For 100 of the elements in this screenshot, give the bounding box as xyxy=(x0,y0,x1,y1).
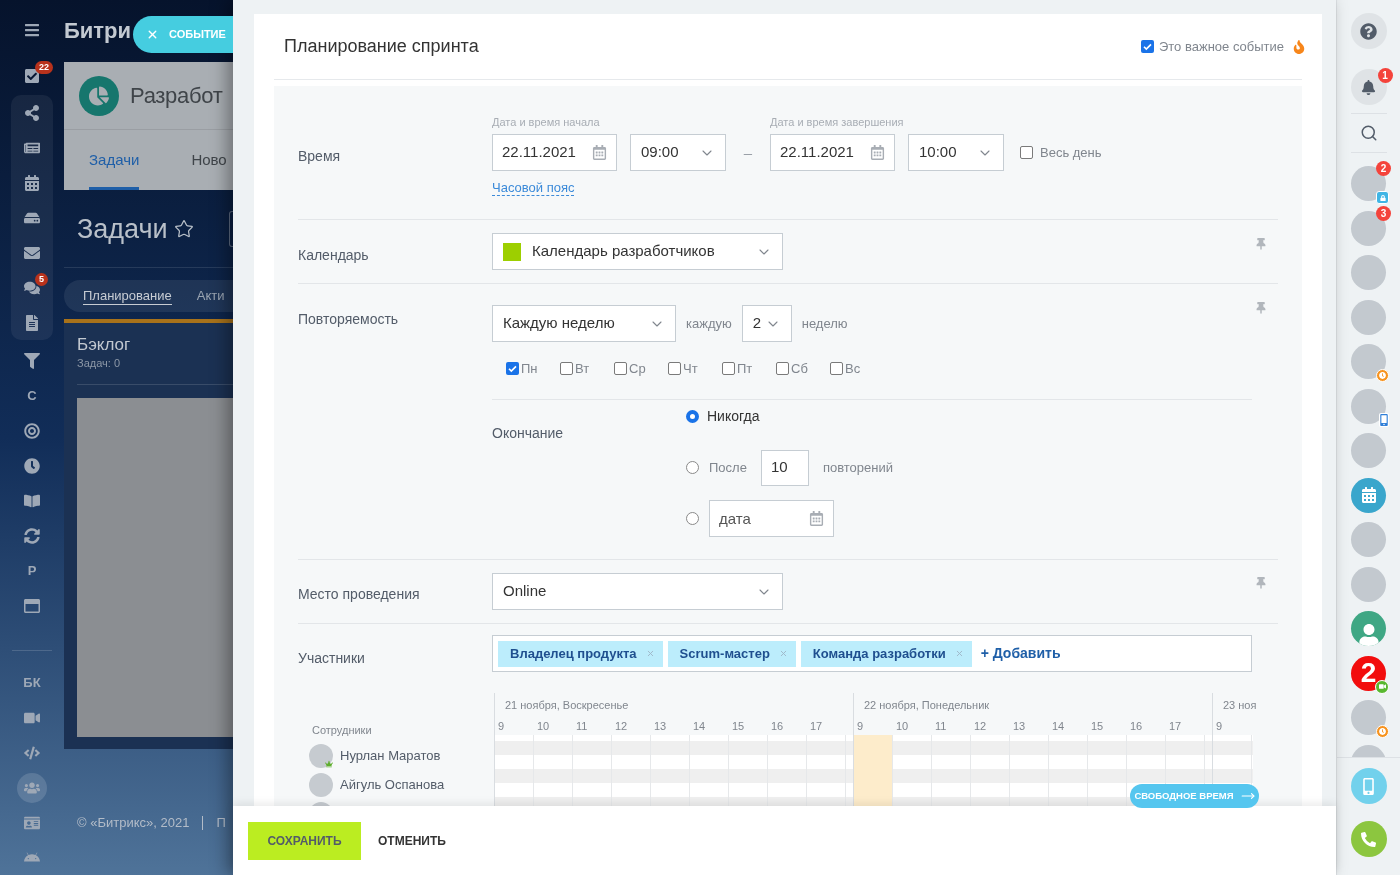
calendar-icon xyxy=(592,145,607,160)
crown-icon xyxy=(325,760,333,768)
hour-label: 16 xyxy=(771,718,784,734)
checkbox[interactable] xyxy=(722,362,735,375)
avatar[interactable] xyxy=(1351,210,1386,246)
document-icon[interactable] xyxy=(24,314,40,331)
phone-icon[interactable] xyxy=(1350,821,1387,857)
radio-button[interactable] xyxy=(686,461,699,474)
nav-item[interactable]: Р xyxy=(27,562,37,579)
clock-icon xyxy=(1376,369,1389,382)
field-label: Время xyxy=(298,148,341,164)
field-label: Участники xyxy=(298,650,365,666)
search-icon[interactable] xyxy=(1359,124,1378,142)
chat-avatar[interactable]: 2 xyxy=(1351,655,1386,691)
interval-select[interactable]: 2 xyxy=(741,305,792,342)
date-field[interactable]: 22.11.2021 xyxy=(492,134,617,171)
people-icon[interactable] xyxy=(17,772,47,803)
hour-label: 13 xyxy=(1013,718,1026,734)
star-icon[interactable] xyxy=(173,218,194,239)
tab[interactable]: Планирование xyxy=(83,287,172,305)
chat-icon[interactable] xyxy=(24,279,40,296)
code-icon[interactable] xyxy=(24,744,40,761)
radio-button[interactable] xyxy=(686,512,699,525)
cancel-button[interactable]: ОТМЕНИТЬ xyxy=(370,821,454,860)
save-button[interactable]: СОХРАНИТЬ xyxy=(248,821,361,860)
counter-badge: 22 xyxy=(35,60,53,74)
clock-icon[interactable] xyxy=(24,457,40,474)
hour-label: 11 xyxy=(935,718,947,734)
window-icon[interactable] xyxy=(24,597,40,614)
field-label: Повторяемость xyxy=(298,311,399,327)
user-icon[interactable] xyxy=(1351,611,1386,646)
weekday-label: Пн xyxy=(521,362,538,375)
checkbox[interactable] xyxy=(614,362,627,375)
date-field[interactable]: дата xyxy=(709,500,834,537)
checkbox[interactable] xyxy=(506,362,519,375)
nav-item[interactable]: С xyxy=(27,387,37,404)
bell-icon[interactable] xyxy=(1350,69,1387,105)
hour-label: 14 xyxy=(1052,718,1065,734)
sync-icon[interactable] xyxy=(24,527,40,544)
hour-label: 9 xyxy=(1216,718,1223,734)
employee-name: Айгуль Оспанова xyxy=(340,776,445,795)
checkbox[interactable] xyxy=(1140,40,1154,53)
share-icon[interactable] xyxy=(24,104,40,121)
checkbox[interactable] xyxy=(1020,146,1033,159)
day-header: 22 ноября, Понедельник xyxy=(864,697,990,713)
menu-icon[interactable] xyxy=(24,21,40,38)
counter-badge: 5 xyxy=(35,272,48,286)
filter-icon[interactable] xyxy=(24,352,40,369)
close-icon xyxy=(146,28,159,41)
range-separator: – xyxy=(743,144,753,161)
help-icon[interactable] xyxy=(1350,13,1387,49)
add-link[interactable]: + Добавить xyxy=(980,643,1061,664)
tab[interactable]: Ново xyxy=(191,130,227,190)
hour-label: 9 xyxy=(498,718,505,734)
date-field[interactable]: 22.11.2021 xyxy=(770,134,895,171)
calendar-icon[interactable] xyxy=(1351,477,1386,513)
book-icon[interactable] xyxy=(24,492,40,509)
time-select[interactable]: 09:00 xyxy=(630,134,726,171)
interval-unit: неделю xyxy=(801,314,848,333)
mail-icon[interactable] xyxy=(24,244,40,261)
frequency-select[interactable]: Каждую неделю xyxy=(492,305,676,342)
timezone-link[interactable]: Часовой пояс xyxy=(492,181,575,196)
pin-icon[interactable] xyxy=(1255,577,1267,589)
location-select[interactable]: Online xyxy=(492,573,783,610)
checkbox[interactable] xyxy=(668,362,681,375)
hour-label: 10 xyxy=(896,718,909,734)
counter-badge: 3 xyxy=(1376,205,1391,221)
day-header: 23 ноя xyxy=(1223,697,1257,713)
hour-label: 12 xyxy=(615,718,628,734)
brand-title: Битри xyxy=(64,18,132,44)
calendar-icon[interactable] xyxy=(24,174,40,191)
pie-chart-icon xyxy=(79,75,119,116)
option-label: После xyxy=(709,458,747,477)
tab[interactable]: Акти xyxy=(196,287,225,305)
field-label: Место проведения xyxy=(298,586,420,602)
attendee-group: Scrum-мастер xyxy=(679,643,770,664)
calendar-select[interactable]: Календарь разработчиков xyxy=(492,233,783,270)
day-header: 21 ноября, Воскресенье xyxy=(505,697,629,713)
fire-icon xyxy=(1292,39,1306,54)
count-field[interactable]: 10 xyxy=(760,449,809,486)
avatar xyxy=(309,773,333,797)
attendees-field[interactable]: Владелец продукта Scrum-мастер Команда разработки + Добавить xyxy=(492,635,1252,672)
calendar-icon xyxy=(809,511,824,526)
option-label: Никогда xyxy=(707,407,760,426)
checkbox[interactable] xyxy=(776,362,789,375)
target-icon[interactable] xyxy=(24,422,40,439)
pin-icon[interactable] xyxy=(1255,238,1267,250)
attendee-group: Владелец продукта xyxy=(510,643,637,664)
hour-label: 13 xyxy=(654,718,667,734)
checkbox[interactable] xyxy=(830,362,843,375)
video-camera-icon xyxy=(1375,679,1389,694)
weekday-label: Сб xyxy=(791,362,808,375)
calendar-icon xyxy=(870,145,885,160)
radio-button[interactable] xyxy=(686,410,699,423)
id-card-icon[interactable] xyxy=(24,814,40,831)
checkbox[interactable] xyxy=(560,362,573,375)
interval-label: каждую xyxy=(686,314,732,333)
pin-icon[interactable] xyxy=(1255,302,1267,314)
time-select[interactable]: 10:00 xyxy=(908,134,1004,171)
task-count: Задач: 0 xyxy=(77,357,122,370)
